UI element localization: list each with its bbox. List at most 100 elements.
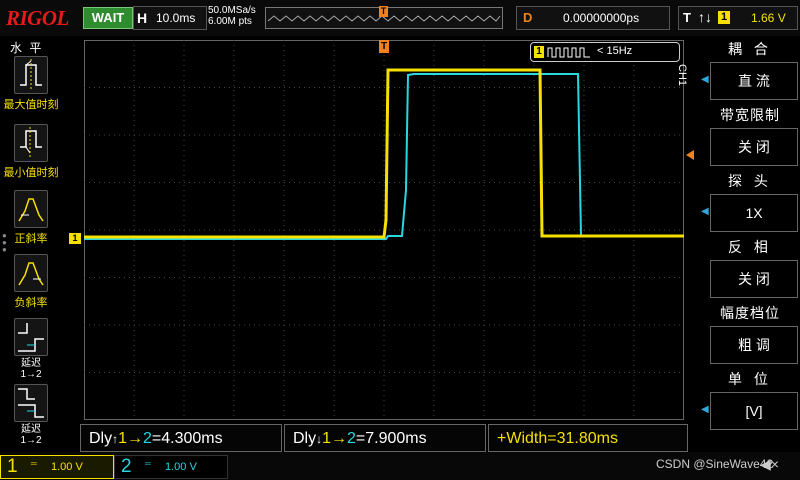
unit-value: [V] xyxy=(710,392,798,430)
menu-item-min-time[interactable]: 最小值时刻 xyxy=(0,124,62,180)
trigger-source-badge: 1 xyxy=(718,11,730,24)
delay-rising-sub: 1→2 xyxy=(20,369,42,380)
meas2-arrow: → xyxy=(331,430,348,447)
meas3-prefix: +Width xyxy=(497,430,548,447)
brand-logo: RIGOL xyxy=(6,6,69,30)
memory-depth: 6.00M pts xyxy=(208,16,252,27)
probe-setting[interactable]: 探 头 1X ◀ xyxy=(701,170,798,236)
meas2-from: 1 xyxy=(322,430,332,447)
invert-setting[interactable]: 反 相 关 闭 xyxy=(704,236,798,302)
trigger-edge-icon: ↑↓ xyxy=(698,9,712,25)
delay-falling-sub: 1→2 xyxy=(20,435,42,446)
bandwidth-limit-value: 关 闭 xyxy=(710,128,798,166)
coupling-title: 耦 合 xyxy=(728,41,772,57)
trigger-key: T xyxy=(683,10,691,25)
memory-overview-bar[interactable]: T xyxy=(265,6,503,29)
top-status-bar: RIGOL WAIT H 10.0ms 50.0MSa/s 6.00M pts … xyxy=(0,0,800,36)
menu-item-delay-rising[interactable]: 延迟 1→2 xyxy=(0,318,62,380)
bandwidth-limit-setting[interactable]: 带宽限制 关 闭 xyxy=(704,104,798,170)
meas1-value: =4.300ms xyxy=(151,430,223,447)
frequency-badge[interactable]: 1 < 15Hz xyxy=(530,42,680,62)
ch1-coupling-icon: ═ xyxy=(31,459,37,468)
max-time-icon xyxy=(14,56,48,94)
positive-slope-label: 正斜率 xyxy=(14,233,48,245)
delay-falling-icon xyxy=(14,384,48,422)
waveform-canvas xyxy=(84,40,684,420)
run-status-badge[interactable]: WAIT xyxy=(83,7,133,29)
speaker-icon[interactable]: ◀× xyxy=(760,456,779,473)
horizontal-measure-menu: 水 平 最大值时刻 最小值时刻 正斜率 负斜率 延迟 1→2 延迟 1→2 ● … xyxy=(0,36,62,452)
acquisition-info: 50.0MSa/s 6.00M pts xyxy=(208,5,256,27)
delay-falling-text: 延迟 xyxy=(21,424,41,435)
delay-rising-text: 延迟 xyxy=(21,358,41,369)
volts-div-setting[interactable]: 幅度档位 粗 调 xyxy=(704,302,798,368)
ch2-scale: 1.00 V xyxy=(165,461,197,473)
delay-box[interactable]: D 0.00000000ps xyxy=(516,6,670,30)
menu-item-negative-slope[interactable]: 负斜率 xyxy=(0,254,62,310)
trigger-level-marker[interactable] xyxy=(686,150,694,160)
meas1-from: 1 xyxy=(118,430,128,447)
min-time-label: 最小值时刻 xyxy=(3,167,59,179)
volts-div-value: 粗 调 xyxy=(710,326,798,364)
unit-title: 单 位 xyxy=(728,371,772,387)
meas2-value: =7.900ms xyxy=(355,430,427,447)
menu-item-delay-falling[interactable]: 延迟 1→2 xyxy=(0,384,62,446)
watermark: CSDN @SineWave42 xyxy=(656,457,774,471)
measurement-delay-falling[interactable]: Dly↓1→2=7.900ms xyxy=(284,424,486,452)
measurement-delay-rising[interactable]: Dly↑1→2=4.300ms xyxy=(80,424,282,452)
ch2-number: 2 xyxy=(121,456,132,477)
delay-rising-icon xyxy=(14,318,48,356)
channel-settings-menu: 耦 合 直 流 ◀ 带宽限制 关 闭 探 头 1X ◀ 反 相 关 闭 幅度档位… xyxy=(700,36,800,452)
delay-value: 0.00000000ps xyxy=(563,11,640,25)
unit-setting[interactable]: 单 位 [V] ◀ xyxy=(701,368,798,434)
timebase-key: H xyxy=(137,10,148,26)
trigger-level: 1.66 V xyxy=(751,11,786,25)
negative-slope-icon xyxy=(14,254,48,292)
invert-title: 反 相 xyxy=(728,239,772,255)
volts-div-title: 幅度档位 xyxy=(720,305,780,321)
positive-slope-icon xyxy=(14,190,48,228)
ch1-offset-marker[interactable]: 1 xyxy=(69,233,81,244)
measurement-positive-width[interactable]: +Width=31.80ms xyxy=(488,424,688,452)
menu-item-positive-slope[interactable]: 正斜率 xyxy=(0,190,62,246)
bandwidth-limit-title: 带宽限制 xyxy=(720,107,780,123)
timebase-box[interactable]: H 10.0ms xyxy=(133,6,207,30)
overview-trigger-marker: T xyxy=(379,6,388,17)
meas1-arrow: → xyxy=(127,430,144,447)
coupling-setting[interactable]: 耦 合 直 流 ◀ xyxy=(701,38,798,104)
menu-item-max-time[interactable]: 最大值时刻 xyxy=(0,56,62,112)
sample-rate: 50.0MSa/s xyxy=(208,5,256,16)
probe-arrow-icon: ◀ xyxy=(701,206,709,217)
max-time-label: 最大值时刻 xyxy=(3,99,59,111)
invert-value: 关 闭 xyxy=(710,260,798,298)
channel-menu-tag: CH1 xyxy=(676,64,688,87)
delay-falling-label: 延迟 1→2 xyxy=(0,424,62,446)
trigger-box[interactable]: T ↑↓ 1 1.66 V xyxy=(678,6,798,30)
timebase-value: 10.0ms xyxy=(156,11,196,25)
menu-page-dots: ● ● ● xyxy=(2,231,7,254)
negative-slope-label: 负斜率 xyxy=(14,297,48,309)
min-time-icon xyxy=(14,124,48,162)
waveform-display[interactable]: 1 < 15Hz xyxy=(84,40,684,420)
coupling-value: 直 流 xyxy=(710,62,798,100)
unit-arrow-icon: ◀ xyxy=(701,404,709,415)
probe-value: 1X xyxy=(710,194,798,232)
meas1-prefix: Dly xyxy=(89,430,113,447)
ch1-tab[interactable]: 1 ═ 1.00 V xyxy=(0,455,114,479)
meas3-value: =31.80ms xyxy=(547,430,618,447)
delay-key: D xyxy=(523,10,533,25)
meas2-prefix: Dly xyxy=(293,430,317,447)
ch1-scale: 1.00 V xyxy=(51,461,83,473)
ch2-tab[interactable]: 2 ═ 1.00 V xyxy=(114,455,228,479)
pulse-train-icon xyxy=(547,47,590,58)
frequency-channel-badge: 1 xyxy=(534,46,544,58)
probe-title: 探 头 xyxy=(728,173,772,189)
meas1-to: 2 xyxy=(143,430,152,447)
ch2-coupling-icon: ═ xyxy=(145,459,151,468)
ch1-number: 1 xyxy=(7,456,18,477)
meas2-to: 2 xyxy=(347,430,356,447)
coupling-arrow-icon: ◀ xyxy=(701,74,709,85)
frequency-value: < 15Hz xyxy=(597,45,633,57)
trigger-position-marker[interactable]: T xyxy=(379,40,389,53)
delay-rising-label: 延迟 1→2 xyxy=(0,358,62,380)
